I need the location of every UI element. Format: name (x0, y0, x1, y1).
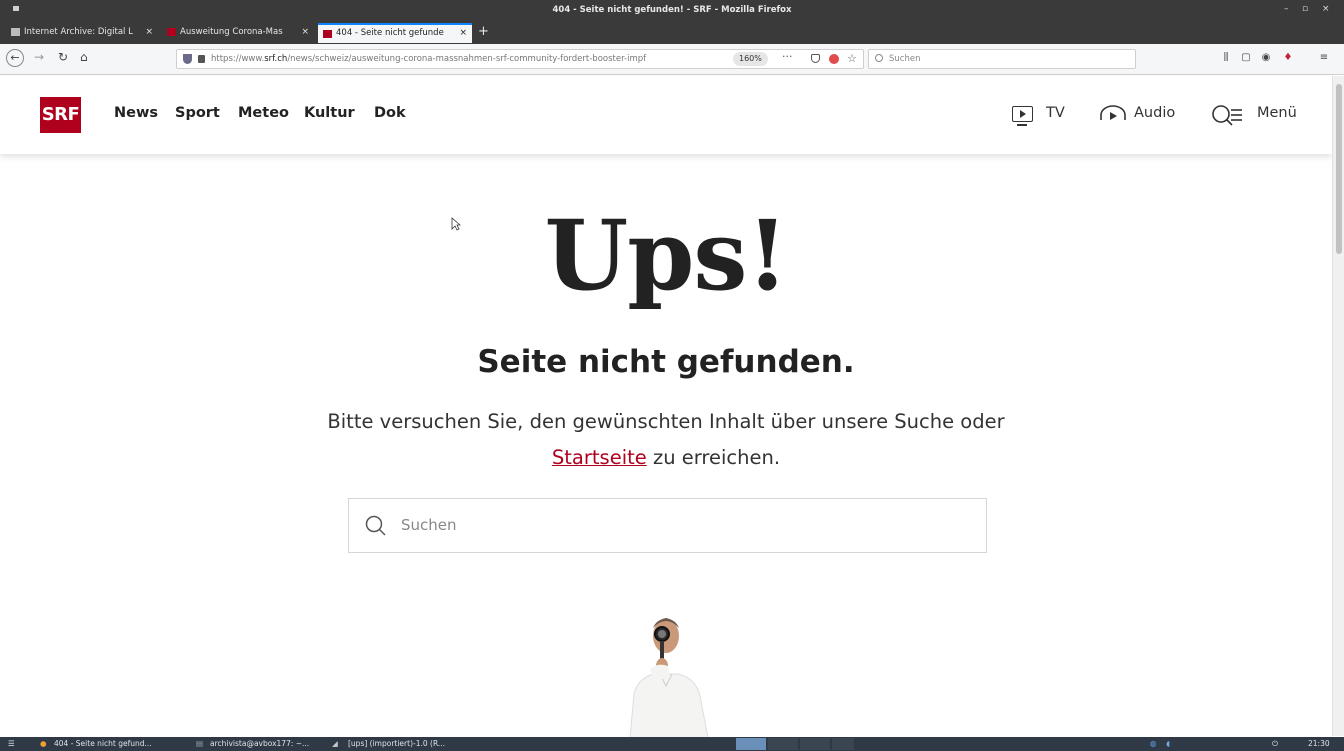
os-taskbar: ☰ ● 404 - Seite nicht gefund... ▤ archiv… (0, 737, 1344, 751)
tab-label: 404 - Seite nicht gefunde (336, 28, 444, 38)
browser-search-input[interactable]: Suchen (868, 49, 1136, 69)
library-icon[interactable]: ⫼ (1220, 52, 1232, 64)
nav-toolbar: ← → ↻ ⌂ https://www.srf.ch/news/schweiz/… (0, 44, 1344, 75)
clock: 21:30 (1308, 739, 1330, 748)
network-icon[interactable]: ◍ (1150, 739, 1157, 748)
new-tab-icon[interactable]: + (478, 24, 489, 39)
pocket-icon[interactable] (811, 54, 820, 63)
srf-favicon-icon (167, 28, 176, 36)
tab-label: Ausweitung Corona-Mas (180, 27, 283, 37)
taskbar-item-gimp[interactable]: [ups] (importiert)-1.0 (R... (348, 739, 445, 748)
search-placeholder: Suchen (401, 516, 457, 534)
nav-dok[interactable]: Dok (374, 105, 406, 121)
back-arrow-icon[interactable]: ← (6, 49, 24, 67)
tv-link[interactable]: TV (1046, 105, 1065, 121)
menu-link[interactable]: Menü (1257, 105, 1297, 121)
app-menu-icon[interactable]: ☰ (8, 739, 15, 748)
maximize-button[interactable]: ▫ (1302, 4, 1308, 14)
hamburger-menu-icon[interactable]: ≡ (1318, 52, 1330, 64)
forward-arrow-icon[interactable]: → (34, 50, 44, 64)
url-bar[interactable]: https://www.srf.ch/news/schweiz/ausweitu… (176, 49, 864, 69)
tab-ausweitung[interactable]: Ausweitung Corona-Mas × (162, 23, 314, 43)
bookmark-star-icon[interactable]: ☆ (847, 50, 857, 68)
workspace-4[interactable] (832, 738, 854, 750)
site-header: SRF News Sport Meteo Kultur Dok TV Audio… (0, 76, 1332, 154)
tab-label: Internet Archive: Digital L (24, 27, 133, 37)
sidebar-icon[interactable]: ▢ (1240, 52, 1252, 64)
audio-link[interactable]: Audio (1134, 105, 1175, 121)
description-line: Bitte versuchen Sie, den gewünschten Inh… (327, 410, 1005, 433)
account-icon[interactable]: ◉ (1260, 52, 1272, 64)
workspace-1[interactable] (736, 738, 766, 750)
tab-404[interactable]: 404 - Seite nicht gefunde × (318, 23, 472, 43)
nav-news[interactable]: News (114, 105, 158, 121)
headphones-icon[interactable] (1098, 104, 1128, 124)
tracking-shield-icon[interactable] (183, 54, 192, 64)
taskbar-item-firefox[interactable]: 404 - Seite nicht gefund... (54, 739, 152, 748)
search-menu-icon[interactable] (1211, 104, 1243, 126)
nav-meteo[interactable]: Meteo (238, 105, 289, 121)
archive-favicon-icon (11, 28, 20, 36)
addon-icon[interactable]: ♦ (1282, 52, 1294, 64)
gimp-task-icon[interactable]: ◢ (332, 739, 338, 748)
search-placeholder: Suchen (889, 54, 921, 64)
tv-icon[interactable] (1012, 106, 1033, 126)
error-subtitle: Seite nicht gefunden. (477, 344, 855, 380)
error-description: Bitte versuchen Sie, den gewünschten Inh… (0, 404, 1332, 476)
close-window-button[interactable]: × (1322, 4, 1330, 14)
man-with-magnifier-image (629, 618, 709, 738)
extension-icon[interactable] (829, 54, 839, 64)
tab-close-icon[interactable]: × (145, 23, 153, 42)
window-title: 404 - Seite nicht gefunden! - SRF - Mozi… (552, 5, 792, 15)
nav-sport[interactable]: Sport (175, 105, 220, 121)
search-icon (365, 515, 386, 536)
tab-close-icon[interactable]: × (459, 25, 467, 42)
terminal-task-icon[interactable]: ▤ (196, 739, 203, 748)
srf-favicon-icon (323, 30, 332, 38)
page-actions-icon[interactable]: ··· (782, 48, 793, 66)
url-text[interactable]: https://www.srf.ch/news/schweiz/ausweitu… (211, 50, 731, 68)
search-icon (875, 54, 883, 62)
nav-kultur[interactable]: Kultur (304, 105, 355, 121)
minimize-button[interactable]: – (1284, 4, 1289, 14)
mouse-cursor-icon (451, 217, 461, 231)
workspace-3[interactable] (800, 738, 830, 750)
lock-icon[interactable] (198, 55, 205, 63)
tab-strip: Internet Archive: Digital L × Ausweitung… (0, 20, 1344, 44)
zoom-level[interactable]: 160% (733, 52, 768, 66)
page-search-input[interactable]: Suchen (348, 498, 987, 553)
workspace-2[interactable] (768, 738, 798, 750)
reload-icon[interactable]: ↻ (58, 50, 68, 64)
srf-logo[interactable]: SRF (40, 97, 81, 133)
taskbar-item-terminal[interactable]: archivista@avbox177: ~... (210, 739, 309, 748)
description-suffix: zu erreichen. (646, 446, 781, 469)
home-icon[interactable]: ⌂ (80, 50, 88, 64)
startseite-link[interactable]: Startseite (552, 446, 647, 469)
tab-internet-archive[interactable]: Internet Archive: Digital L × (6, 23, 158, 43)
error-heading: Ups! (544, 199, 788, 312)
firefox-task-icon[interactable]: ● (40, 739, 47, 748)
tab-close-icon[interactable]: × (301, 23, 309, 42)
scrollbar-thumb[interactable] (1336, 84, 1342, 254)
page-scrollbar[interactable] (1332, 76, 1344, 736)
power-icon[interactable]: ⏻ (1272, 739, 1278, 749)
volume-icon[interactable]: ◖ (1166, 739, 1170, 748)
window-titlebar: 404 - Seite nicht gefunden! - SRF - Mozi… (0, 0, 1344, 20)
